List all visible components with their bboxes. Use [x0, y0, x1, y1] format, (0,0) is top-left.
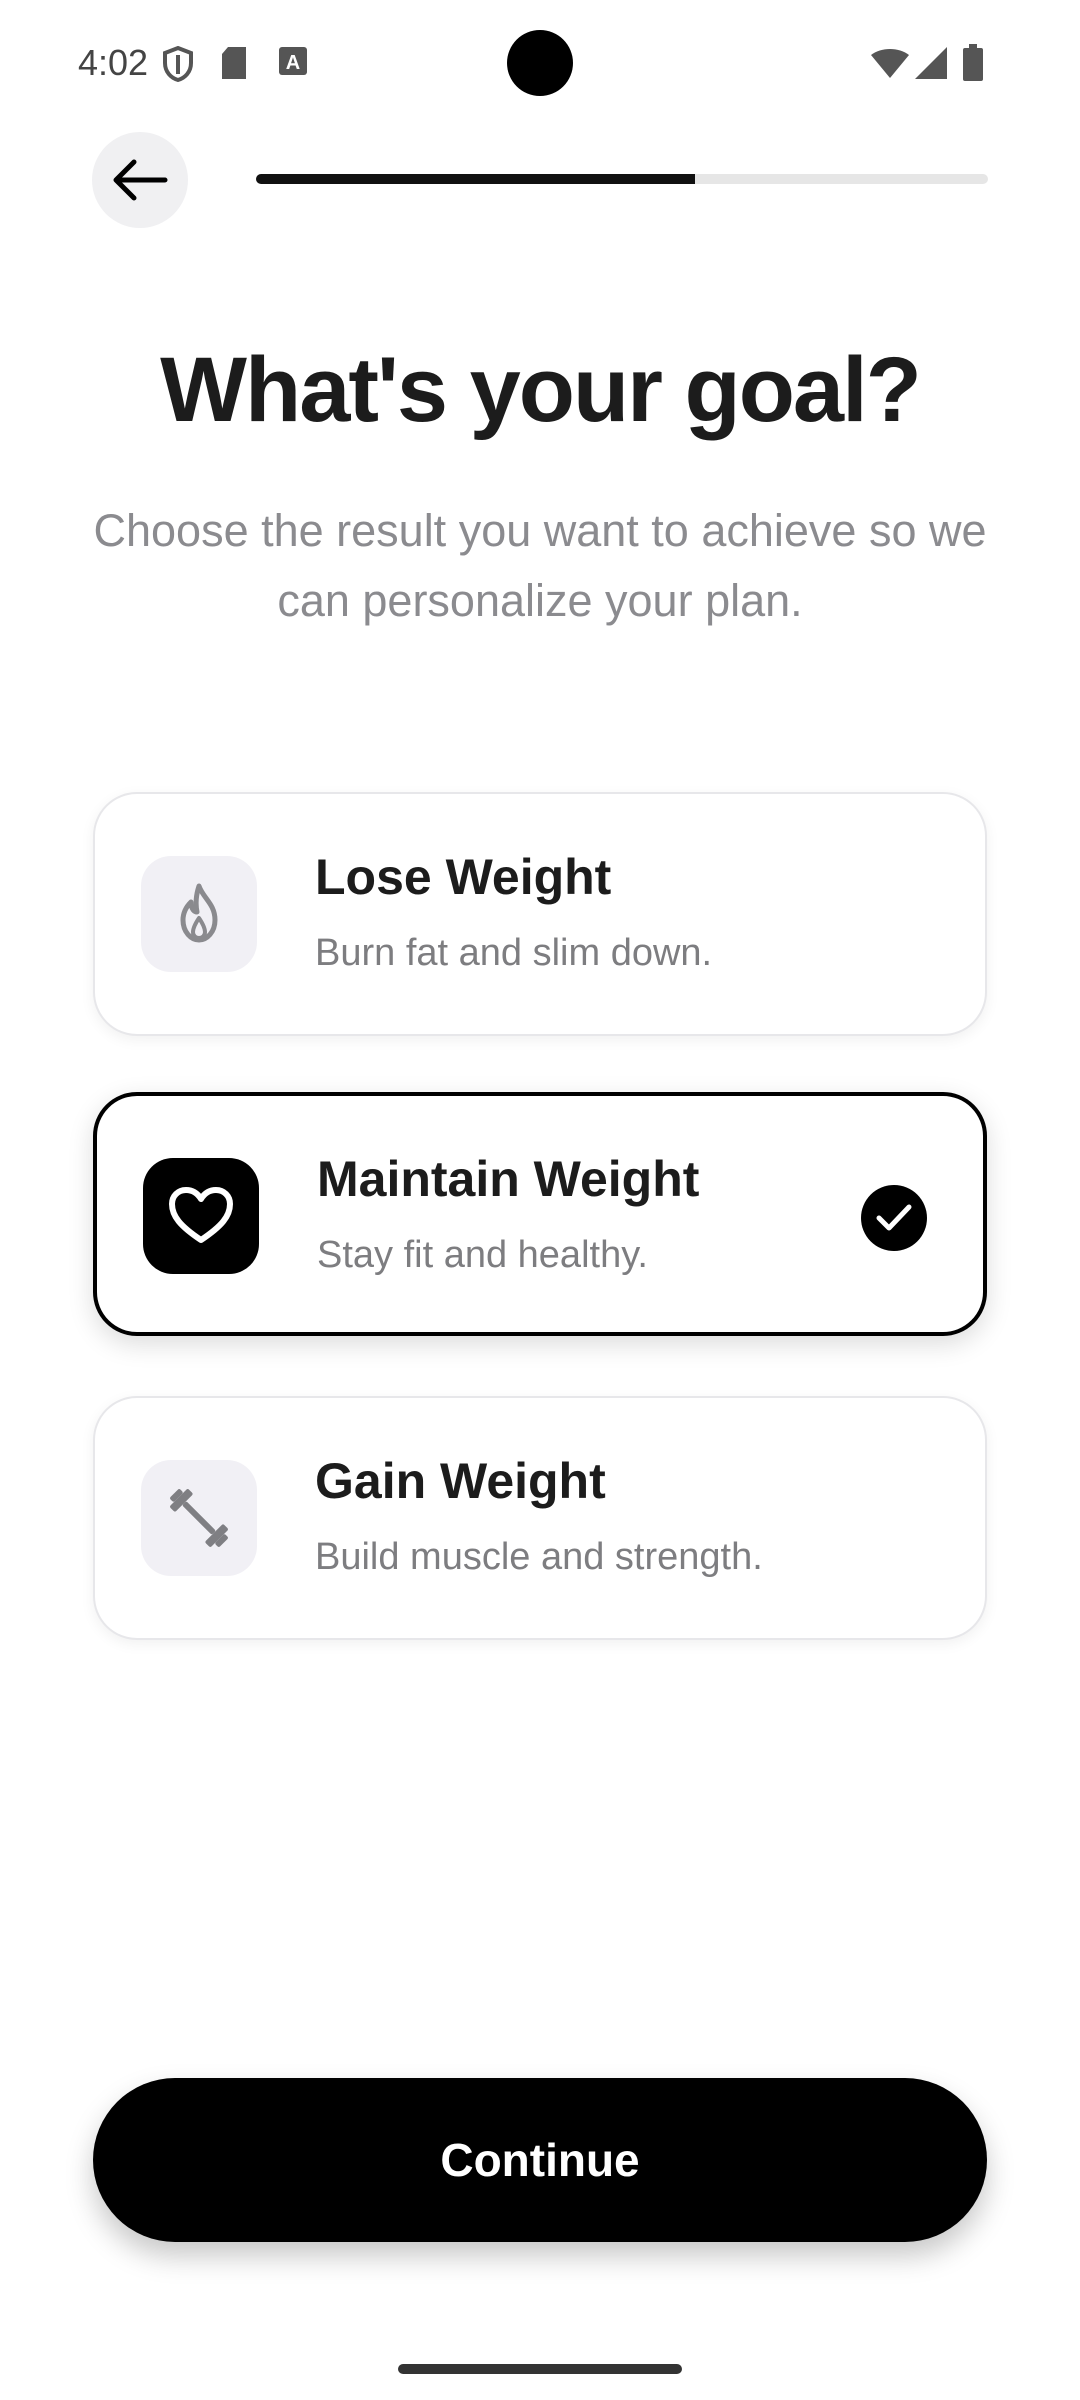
front-camera: [507, 30, 573, 96]
goal-option-maintain-weight[interactable]: Maintain Weight Stay fit and healthy.: [93, 1092, 987, 1336]
continue-button[interactable]: Continue: [93, 2078, 987, 2242]
option-icon-container: [141, 1460, 257, 1576]
option-icon-container: [141, 856, 257, 972]
option-description: Burn fat and slim down.: [315, 932, 713, 974]
flame-icon: [180, 883, 218, 943]
checkmark-icon: [876, 1204, 912, 1231]
goal-option-lose-weight[interactable]: Lose Weight Burn fat and slim down.: [93, 792, 987, 1036]
selected-check: [861, 1185, 927, 1251]
option-icon-container: [143, 1158, 259, 1274]
keyboard-a-icon: A: [279, 47, 307, 75]
progress-fill: [256, 174, 696, 184]
signal-icon: [915, 47, 947, 79]
progress-bar: [256, 174, 988, 184]
sd-card-icon: [222, 47, 246, 79]
page-title: What's your goal?: [160, 339, 922, 441]
svg-text:A: A: [286, 52, 300, 74]
option-description: Stay fit and healthy.: [317, 1234, 648, 1276]
page-subtitle: Choose the result you want to achieve so…: [93, 505, 987, 626]
status-bar: 4:02 A: [0, 0, 1080, 130]
back-button[interactable]: [92, 132, 188, 228]
dumbbell-icon: [170, 1489, 228, 1547]
home-indicator[interactable]: [398, 2364, 682, 2374]
option-description: Build muscle and strength.: [315, 1536, 763, 1578]
heart-icon: [169, 1187, 233, 1243]
option-title: Lose Weight: [315, 849, 612, 905]
shield-icon: [163, 46, 193, 82]
battery-icon: [963, 44, 983, 81]
goal-option-gain-weight[interactable]: Gain Weight Build muscle and strength.: [93, 1396, 987, 1640]
option-title: Maintain Weight: [317, 1151, 700, 1207]
arrow-left-icon: [113, 159, 168, 201]
status-time: 4:02: [78, 42, 149, 83]
option-title: Gain Weight: [315, 1453, 606, 1509]
wifi-icon: [871, 49, 909, 78]
